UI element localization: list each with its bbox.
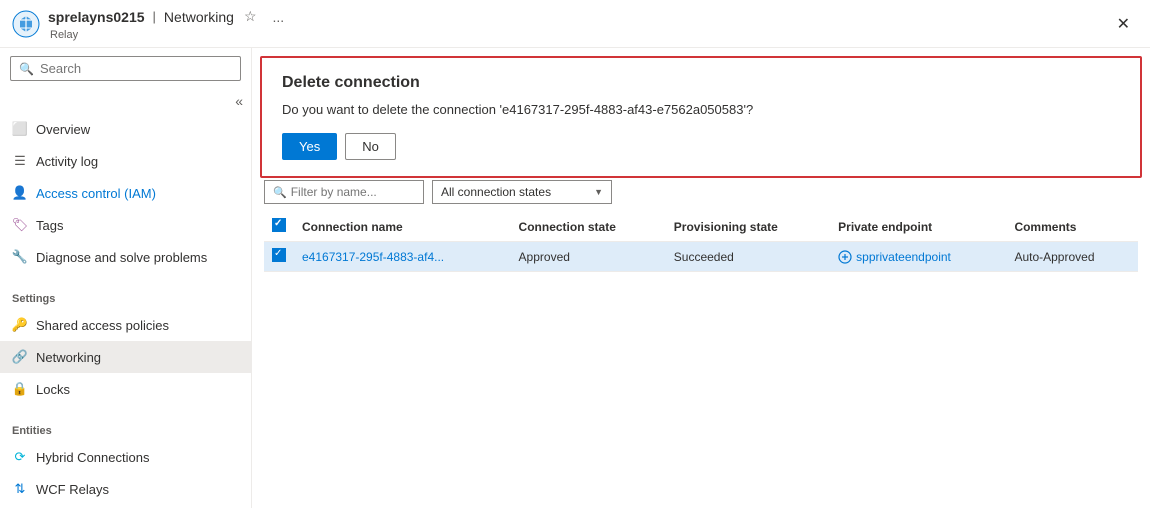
sidebar-item-overview[interactable]: ⬜ Overview	[0, 113, 251, 145]
sidebar-item-activity-log[interactable]: ☰ Activity log	[0, 145, 251, 177]
sidebar-item-tags[interactable]: 🏷 Tags	[0, 209, 251, 241]
delete-dialog-title: Delete connection	[282, 74, 1120, 92]
no-button[interactable]: No	[345, 133, 396, 160]
delete-dialog-body: Do you want to delete the connection 'e4…	[282, 102, 1120, 117]
search-box[interactable]: 🔍	[10, 56, 241, 81]
sidebar-item-diagnose[interactable]: 🔧 Diagnose and solve problems	[0, 241, 251, 273]
row-checkbox[interactable]	[272, 248, 286, 262]
search-icon: 🔍	[19, 62, 34, 76]
app-name: sprelayns0215	[48, 9, 145, 25]
row-provisioning-state: Succeeded	[666, 242, 830, 272]
shared-icon: 🔑	[12, 317, 28, 333]
row-connection-state: Approved	[511, 242, 666, 272]
section-label-settings: Settings	[0, 281, 251, 309]
header-provisioning-state: Provisioning state	[666, 212, 830, 242]
search-input[interactable]	[40, 61, 232, 76]
section-label-entities: Entities	[0, 413, 251, 441]
more-button[interactable]: ...	[269, 7, 289, 27]
sidebar-label-locks: Locks	[36, 382, 70, 397]
app-icon	[12, 10, 40, 38]
row-comments: Auto-Approved	[1006, 242, 1138, 272]
sidebar-collapse-button[interactable]: «	[231, 89, 247, 113]
title-bar-left: sprelayns0215 | Networking ☆ ... Relay	[48, 6, 288, 41]
delete-dialog-actions: Yes No	[282, 133, 1120, 160]
diagnose-icon: 🔧	[12, 249, 28, 265]
row-checkbox-cell	[264, 242, 294, 272]
wcf-icon: ⇅	[12, 481, 28, 497]
sidebar-label-overview: Overview	[36, 122, 90, 137]
iam-icon: 👤	[12, 185, 28, 201]
favorite-button[interactable]: ☆	[240, 6, 261, 27]
tags-icon: 🏷	[12, 217, 28, 233]
sidebar-item-networking[interactable]: 🔗 Networking	[0, 341, 251, 373]
connections-table: Connection name Connection state Provisi…	[264, 212, 1138, 272]
hybrid-icon: ⟳	[12, 449, 28, 465]
delete-dialog: Delete connection Do you want to delete …	[260, 56, 1142, 178]
endpoint-icon	[838, 250, 852, 264]
sidebar-label-shared-access: Shared access policies	[36, 318, 169, 333]
header-connection-name: Connection name	[294, 212, 511, 242]
activity-icon: ☰	[12, 153, 28, 169]
title-bar: sprelayns0215 | Networking ☆ ... Relay ✕	[0, 0, 1150, 48]
app-subtitle: Relay	[50, 29, 288, 41]
sidebar-label-activity-log: Activity log	[36, 154, 98, 169]
sidebar-label-iam: Access control (IAM)	[36, 186, 156, 201]
header-connection-state: Connection state	[511, 212, 666, 242]
close-button[interactable]: ✕	[1109, 10, 1138, 38]
sidebar-label-hybrid-connections: Hybrid Connections	[36, 450, 149, 465]
table-area: 🔍 All connection states ▼	[252, 168, 1150, 272]
filter-input-container[interactable]: 🔍	[264, 180, 424, 204]
title-pipe: |	[153, 9, 156, 24]
state-filter-label: All connection states	[441, 185, 551, 199]
sidebar: 🔍 « ⬜ Overview ☰ Activity log 👤 Access c…	[0, 48, 252, 508]
overview-icon: ⬜	[12, 121, 28, 137]
state-filter-dropdown[interactable]: All connection states ▼	[432, 180, 612, 204]
yes-button[interactable]: Yes	[282, 133, 337, 160]
row-private-endpoint: spprivateendpoint	[830, 242, 1006, 272]
header-private-endpoint: Private endpoint	[830, 212, 1006, 242]
sidebar-item-locks[interactable]: 🔒 Locks	[0, 373, 251, 405]
sidebar-label-tags: Tags	[36, 218, 63, 233]
connection-name-link[interactable]: e4167317-295f-4883-af4...	[302, 250, 444, 264]
app-container: sprelayns0215 | Networking ☆ ... Relay ✕…	[0, 0, 1150, 508]
filter-icon: 🔍	[273, 186, 287, 199]
content-area: Delete connection Do you want to delete …	[252, 48, 1150, 508]
header-checkbox[interactable]	[272, 218, 286, 232]
locks-icon: 🔒	[12, 381, 28, 397]
main-layout: 🔍 « ⬜ Overview ☰ Activity log 👤 Access c…	[0, 48, 1150, 508]
header-comments: Comments	[1006, 212, 1138, 242]
row-connection-name: e4167317-295f-4883-af4...	[294, 242, 511, 272]
title-actions: ☆ ...	[240, 6, 288, 27]
private-endpoint-name: spprivateendpoint	[856, 250, 951, 264]
sidebar-item-wcf-relays[interactable]: ⇅ WCF Relays	[0, 473, 251, 505]
networking-icon: 🔗	[12, 349, 28, 365]
dropdown-icon: ▼	[594, 187, 603, 197]
sidebar-label-networking: Networking	[36, 350, 101, 365]
table-header-row: Connection name Connection state Provisi…	[264, 212, 1138, 242]
header-checkbox-cell	[264, 212, 294, 242]
filter-name-input[interactable]	[291, 185, 421, 199]
sidebar-item-shared-access[interactable]: 🔑 Shared access policies	[0, 309, 251, 341]
section-title: Networking	[164, 9, 234, 25]
table-row: e4167317-295f-4883-af4... Approved Succe…	[264, 242, 1138, 272]
table-filters: 🔍 All connection states ▼	[264, 180, 1138, 204]
sidebar-item-hybrid-connections[interactable]: ⟳ Hybrid Connections	[0, 441, 251, 473]
sidebar-label-wcf-relays: WCF Relays	[36, 482, 109, 497]
sidebar-search-container: 🔍	[0, 48, 251, 89]
sidebar-item-iam[interactable]: 👤 Access control (IAM)	[0, 177, 251, 209]
sidebar-label-diagnose: Diagnose and solve problems	[36, 250, 207, 265]
private-endpoint-link[interactable]: spprivateendpoint	[838, 250, 998, 264]
